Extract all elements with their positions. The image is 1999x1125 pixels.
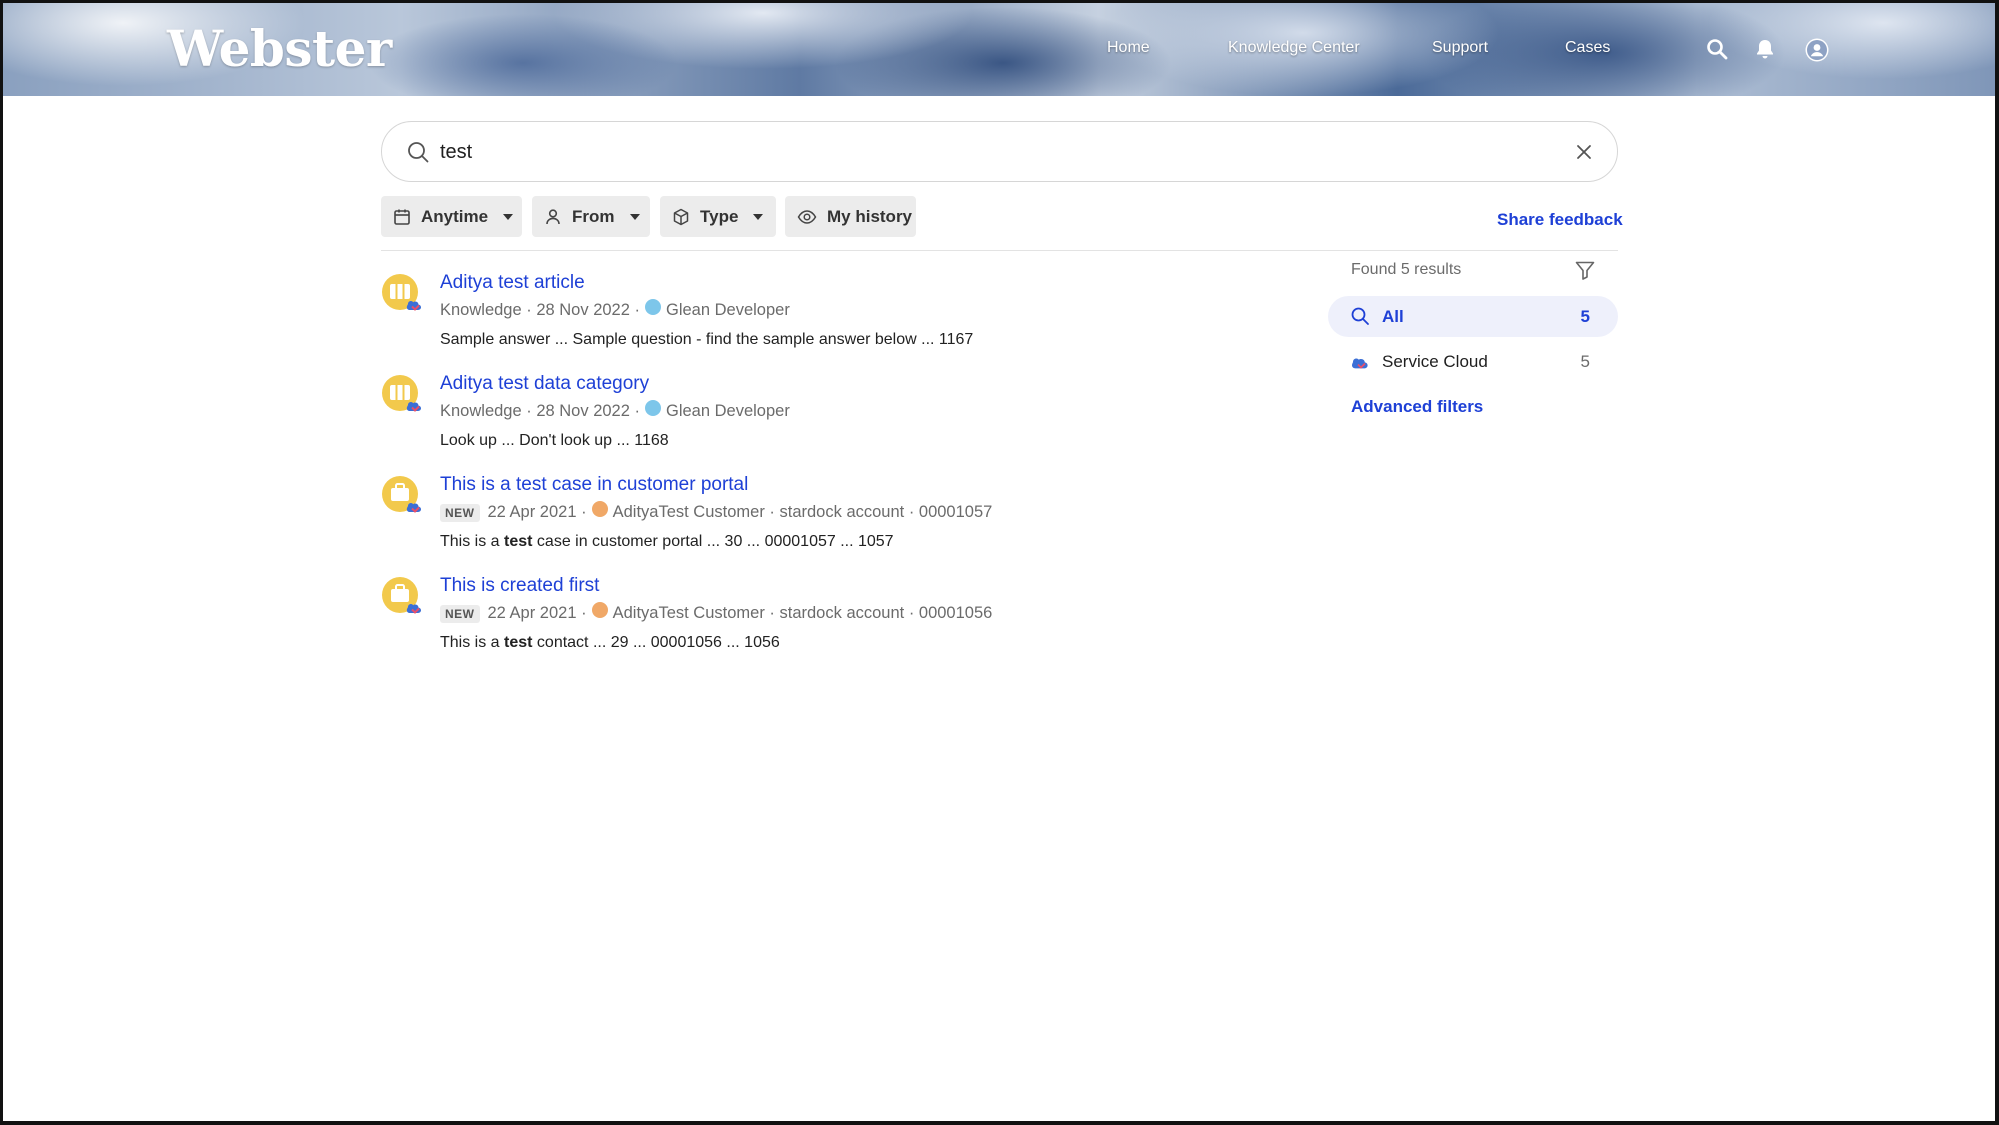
meta-separator: · bbox=[764, 604, 780, 622]
facet-service-cloud[interactable]: Service Cloud 5 bbox=[1328, 341, 1618, 382]
my-history-label: My history bbox=[827, 206, 913, 226]
result-meta: NEW 22 Apr 2021 · AdityaTest Customer · … bbox=[440, 500, 993, 522]
meta-separator: · bbox=[629, 402, 640, 420]
anytime-filter-button[interactable]: Anytime bbox=[381, 196, 522, 237]
chevron-down-icon bbox=[503, 213, 514, 220]
author-avatar bbox=[591, 500, 608, 517]
facet-count: 5 bbox=[1580, 307, 1590, 326]
person-icon bbox=[546, 208, 560, 224]
search-result: Aditya test article Knowledge · 28 Nov 2… bbox=[381, 272, 1141, 368]
result-date: 22 Apr 2021 bbox=[487, 503, 577, 521]
result-author[interactable]: AdityaTest Customer bbox=[613, 503, 765, 522]
result-snippet: This is a test case in customer portal .… bbox=[440, 533, 894, 551]
result-title-link[interactable]: This is created first bbox=[440, 575, 599, 597]
cube-icon bbox=[673, 208, 689, 225]
search-input[interactable] bbox=[440, 136, 1540, 168]
calendar-icon bbox=[394, 209, 410, 225]
author-avatar bbox=[645, 298, 661, 315]
meta-separator: · bbox=[576, 604, 587, 622]
result-meta: NEW 22 Apr 2021 · AdityaTest Customer · … bbox=[440, 601, 993, 623]
chevron-down-icon bbox=[629, 213, 640, 220]
facet-all[interactable]: All 5 bbox=[1328, 296, 1618, 337]
facet-label: Service Cloud bbox=[1382, 352, 1488, 371]
result-author[interactable]: Glean Developer bbox=[666, 402, 790, 421]
result-meta: Knowledge · 28 Nov 2022 · Glean Develope… bbox=[440, 298, 790, 320]
result-source: Knowledge bbox=[440, 402, 522, 420]
from-filter-label: From bbox=[572, 206, 615, 226]
user-avatar-icon[interactable] bbox=[1805, 38, 1829, 62]
snippet-text: case in customer portal ... 30 ... 00001… bbox=[532, 533, 894, 550]
result-snippet: This is a test contact ... 29 ... 000010… bbox=[440, 634, 780, 652]
snippet-text: Sample answer ... Sample question - find… bbox=[440, 331, 974, 348]
clear-search-icon[interactable] bbox=[1573, 141, 1595, 163]
search-result: This is created first NEW 22 Apr 2021 · … bbox=[381, 575, 1141, 671]
result-author[interactable]: Glean Developer bbox=[666, 301, 790, 320]
results-count: Found 5 results bbox=[1351, 261, 1462, 278]
type-filter-button[interactable]: Type bbox=[660, 196, 776, 237]
case-icon bbox=[382, 476, 421, 513]
snippet-highlight: test bbox=[504, 634, 533, 651]
snippet-highlight: test bbox=[504, 533, 533, 550]
nav-support[interactable]: Support bbox=[1432, 39, 1488, 57]
meta-separator: · bbox=[764, 503, 780, 521]
nav-home[interactable]: Home bbox=[1107, 39, 1150, 57]
search-icon bbox=[1351, 307, 1369, 325]
result-account: stardock account bbox=[779, 604, 905, 622]
anytime-filter-label: Anytime bbox=[421, 206, 489, 226]
snippet-text: This is a bbox=[440, 533, 505, 550]
new-badge: NEW bbox=[440, 503, 480, 522]
snippet-text: This is a bbox=[440, 634, 505, 651]
result-meta: Knowledge · 28 Nov 2022 · Glean Develope… bbox=[440, 399, 790, 421]
knowledge-icon bbox=[382, 375, 421, 412]
share-feedback-link[interactable]: Share feedback bbox=[1497, 210, 1623, 230]
author-avatar bbox=[645, 399, 661, 416]
result-snippet: Look up ... Don't look up ... 1168 bbox=[440, 432, 669, 450]
meta-separator: · bbox=[629, 301, 640, 319]
result-title-link[interactable]: Aditya test data category bbox=[440, 373, 649, 395]
result-source: Knowledge bbox=[440, 301, 522, 319]
type-filter-label: Type bbox=[700, 206, 739, 226]
meta-separator: · bbox=[904, 604, 919, 622]
result-title-link[interactable]: Aditya test article bbox=[440, 272, 585, 294]
search-result: This is a test case in customer portal N… bbox=[381, 474, 1141, 570]
facet-count: 5 bbox=[1580, 352, 1590, 371]
result-account: stardock account bbox=[779, 503, 905, 521]
search-icon bbox=[408, 142, 429, 163]
advanced-filters-link[interactable]: Advanced filters bbox=[1351, 397, 1483, 417]
result-author[interactable]: AdityaTest Customer bbox=[613, 604, 765, 623]
meta-separator: · bbox=[576, 503, 587, 521]
webster-logo[interactable]: Webster bbox=[167, 19, 392, 78]
meta-separator: · bbox=[521, 402, 537, 420]
result-case-number: 00001057 bbox=[918, 503, 993, 521]
knowledge-icon bbox=[382, 274, 421, 311]
meta-separator: · bbox=[521, 301, 537, 319]
result-date: 22 Apr 2021 bbox=[487, 604, 577, 622]
from-filter-button[interactable]: From bbox=[532, 196, 650, 237]
snippet-text: Look up ... Don't look up ... 1168 bbox=[440, 432, 669, 449]
result-snippet: Sample answer ... Sample question - find… bbox=[440, 331, 973, 349]
filter-funnel-icon[interactable] bbox=[1574, 259, 1596, 281]
site-header: Webster Home Knowledge Center Support Ca… bbox=[3, 3, 1995, 96]
search-result: Aditya test data category Knowledge · 28… bbox=[381, 373, 1141, 469]
divider bbox=[381, 250, 1618, 251]
nav-cases[interactable]: Cases bbox=[1565, 39, 1610, 57]
header-search-icon[interactable] bbox=[1705, 37, 1729, 61]
service-cloud-icon bbox=[1352, 358, 1368, 369]
new-badge: NEW bbox=[440, 604, 480, 623]
eye-icon bbox=[797, 209, 817, 224]
result-date: 28 Nov 2022 bbox=[536, 402, 630, 420]
result-case-number: 00001056 bbox=[918, 604, 993, 622]
case-icon bbox=[382, 577, 421, 614]
author-avatar bbox=[591, 601, 608, 618]
nav-knowledge-center[interactable]: Knowledge Center bbox=[1228, 39, 1360, 57]
chevron-down-icon bbox=[753, 213, 764, 220]
snippet-text: contact ... 29 ... 00001056 ... 1056 bbox=[532, 634, 780, 651]
notifications-bell-icon[interactable] bbox=[1753, 37, 1777, 61]
my-history-filter-button[interactable]: My history bbox=[785, 196, 916, 237]
facet-label: All bbox=[1382, 307, 1404, 326]
result-date: 28 Nov 2022 bbox=[536, 301, 630, 319]
search-bar bbox=[381, 121, 1618, 182]
meta-separator: · bbox=[904, 503, 919, 521]
result-title-link[interactable]: This is a test case in customer portal bbox=[440, 474, 748, 496]
